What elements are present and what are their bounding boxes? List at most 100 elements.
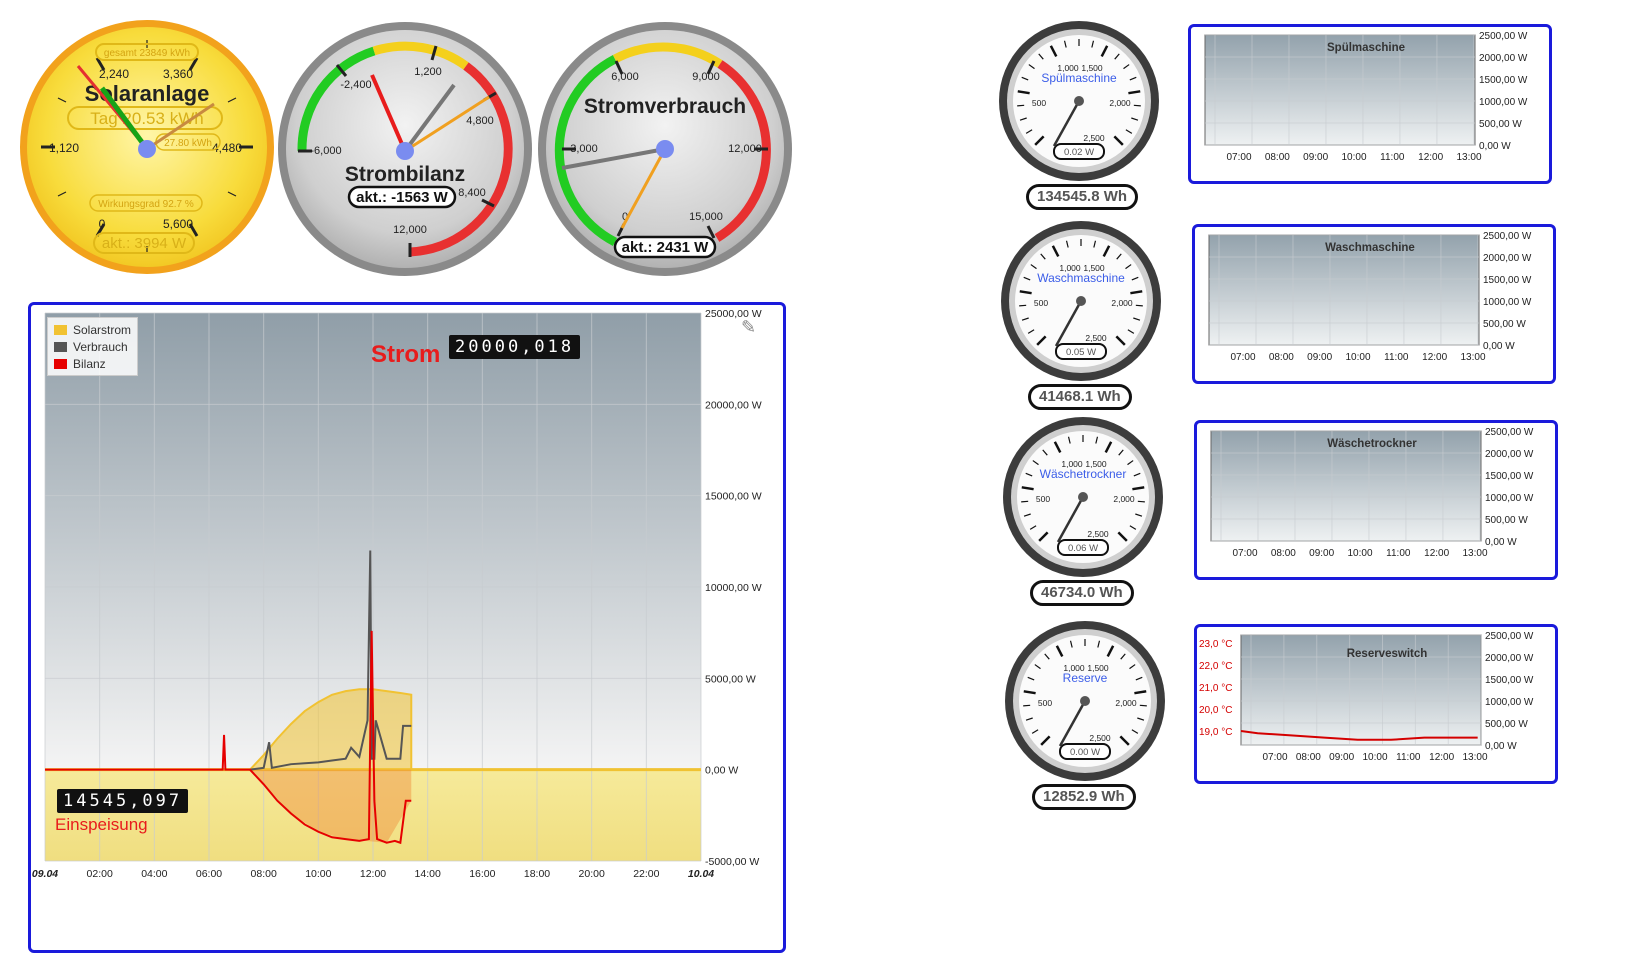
device-chart-panel: 2500,00 W 2000,00 W 1500,00 W 1000,00 W 500,… bbox=[1188, 24, 1552, 184]
solar-tick-5600: 5,600 bbox=[163, 217, 193, 231]
x-tick-label: 12:00 bbox=[360, 868, 386, 880]
gauge-tick-label: 2,000 bbox=[1109, 98, 1131, 108]
y2-tick-label: 20,0 °C bbox=[1199, 705, 1232, 716]
y-tick-label: 20000,00 W bbox=[705, 399, 762, 411]
device-chart[interactable]: 2500,00 W 2000,00 W 1500,00 W 1000,00 W 500,… bbox=[1197, 627, 1555, 781]
x-tick-label: 08:00 bbox=[1296, 752, 1321, 763]
y-tick-label: 1500,00 W bbox=[1485, 675, 1534, 686]
y-tick-label: 0,00 W bbox=[1485, 741, 1517, 752]
y-tick-label: 1000,00 W bbox=[1485, 697, 1534, 708]
y2-tick-label: 21,0 °C bbox=[1199, 683, 1232, 694]
x-tick-label: 13:00 bbox=[1462, 752, 1487, 763]
x-tick-label: 10:00 bbox=[1347, 548, 1372, 559]
y2-tick-label: 22,0 °C bbox=[1199, 661, 1232, 672]
solar-peak: 27.80 kWh bbox=[164, 138, 212, 149]
y-tick-label: 1500,00 W bbox=[1485, 471, 1534, 482]
balance-title: Strombilanz bbox=[345, 163, 465, 186]
x-tick-label: 07:00 bbox=[1262, 752, 1287, 763]
x-tick-label: 11:00 bbox=[1384, 352, 1409, 363]
y-tick-label: 0,00 W bbox=[1483, 341, 1515, 352]
y-tick-label: 1500,00 W bbox=[1479, 75, 1528, 86]
x-tick-label: 11:00 bbox=[1396, 752, 1421, 763]
x-tick-label: 08:00 bbox=[1269, 352, 1294, 363]
y-tick-label: 5000,00 W bbox=[705, 673, 756, 685]
device-power: 0.06 W bbox=[1068, 543, 1098, 554]
y-tick-label: 2000,00 W bbox=[1485, 449, 1534, 460]
x-tick-label: 07:00 bbox=[1232, 548, 1257, 559]
y-tick-label: 500,00 W bbox=[1483, 319, 1526, 330]
x-tick-label: 06:00 bbox=[196, 868, 222, 880]
gauge-tick bbox=[1133, 104, 1141, 107]
gauge-tick-label: 500 bbox=[1038, 698, 1052, 708]
x-tick-label: 14:00 bbox=[415, 868, 441, 880]
consumption-tick-6000: 6,000 bbox=[611, 71, 639, 83]
y-tick-label: 500,00 W bbox=[1479, 119, 1522, 130]
y-tick-label: 0,00 W bbox=[705, 765, 738, 777]
gauge-tick-label: 2,500 bbox=[1089, 733, 1111, 743]
x-tick-label: 12:00 bbox=[1424, 548, 1449, 559]
y-tick-label: 1000,00 W bbox=[1485, 493, 1534, 504]
device-energy: 41468.1 Wh bbox=[1028, 384, 1132, 410]
x-tick-label: 12:00 bbox=[1418, 152, 1443, 163]
balance-gauge: -6,000 -2,400 1,200 4,800 8,400 12,000 S… bbox=[276, 20, 534, 278]
solar-gauge: 1,120 2,240 3,360 4,480 0 5,600 gesamt 2… bbox=[18, 18, 276, 276]
x-tick-label: 20:00 bbox=[579, 868, 605, 880]
solar-tick-0: 0 bbox=[99, 217, 106, 231]
strom-chart-legend: Solarstrom Verbrauch Bilanz bbox=[47, 317, 139, 376]
device-power: 0.00 W bbox=[1070, 747, 1100, 758]
gauge-tick-label: 2,000 bbox=[1113, 494, 1135, 504]
device-energy: 46734.0 Wh bbox=[1030, 580, 1134, 606]
legend-item-bilanz[interactable]: Bilanz bbox=[54, 355, 131, 372]
y-tick-label: 1500,00 W bbox=[1483, 275, 1532, 286]
x-tick-label: 09:00 bbox=[1307, 352, 1332, 363]
gauge-tick-label: 500 bbox=[1032, 98, 1046, 108]
consumption-title: Stromverbrauch bbox=[584, 95, 746, 118]
consumption-tick-12000: 12,000 bbox=[728, 143, 762, 155]
x-tick-label: 08:00 bbox=[1265, 152, 1290, 163]
device-gauge: 500 1,000 1,500 2,000 2,500 Spülmaschine 0.02 … bbox=[996, 18, 1162, 184]
consumption-tick-9000: 9,000 bbox=[692, 71, 720, 83]
x-tick-label: 07:00 bbox=[1226, 152, 1251, 163]
x-tick-label: 13:00 bbox=[1460, 352, 1485, 363]
y-tick-label: 10000,00 W bbox=[705, 582, 762, 594]
x-tick-label: 18:00 bbox=[524, 868, 550, 880]
y-tick-label: 0,00 W bbox=[1479, 141, 1511, 152]
y-tick-label: 2000,00 W bbox=[1485, 653, 1534, 664]
balance-current: akt.: -1563 W bbox=[356, 189, 449, 206]
y2-tick-label: 19,0 °C bbox=[1199, 727, 1232, 738]
gauge-tick-label: 2,000 bbox=[1111, 298, 1133, 308]
device-chart[interactable]: 2500,00 W 2000,00 W 1500,00 W 1000,00 W 500,… bbox=[1191, 27, 1549, 181]
consumption-gauge: 0 3,000 6,000 9,000 12,000 15,000 Stromv… bbox=[536, 20, 794, 278]
y-tick-label: 0,00 W bbox=[1485, 537, 1517, 548]
device-name: Spülmaschine bbox=[1041, 71, 1117, 85]
device-chart-panel: 2500,00 W 2000,00 W 1500,00 W 1000,00 W 500,… bbox=[1194, 420, 1558, 580]
gauge-tick-label: 2,500 bbox=[1085, 333, 1107, 343]
x-tick-label: 10:00 bbox=[1341, 152, 1366, 163]
x-tick-label: 10:00 bbox=[1345, 352, 1370, 363]
y-tick-label: 2500,00 W bbox=[1483, 231, 1532, 242]
balance-tick-12000: 12,000 bbox=[393, 224, 427, 236]
gauge-tick bbox=[1023, 704, 1031, 707]
solar-efficiency: Wirkungsgrad 92.7 % bbox=[98, 199, 194, 210]
balance-tick-m2400: -2,400 bbox=[340, 79, 371, 91]
x-tick-label: 11:00 bbox=[1386, 548, 1411, 559]
x-tick-label: 09:00 bbox=[1309, 548, 1334, 559]
consumption-tick-15000: 15,000 bbox=[689, 211, 723, 223]
device-chart[interactable]: 2500,00 W 2000,00 W 1500,00 W 1000,00 W 500,… bbox=[1195, 227, 1553, 381]
x-tick-label: 12:00 bbox=[1429, 752, 1454, 763]
device-name: Reserve bbox=[1063, 671, 1108, 685]
balance-needle-hub bbox=[396, 142, 414, 160]
legend-item-solarstrom[interactable]: Solarstrom bbox=[54, 321, 131, 338]
legend-item-verbrauch[interactable]: Verbrauch bbox=[54, 338, 131, 355]
consumption-needle-hub bbox=[656, 140, 674, 158]
edit-pencil-icon[interactable]: ✎ bbox=[741, 317, 756, 338]
device-chart[interactable]: 2500,00 W 2000,00 W 1500,00 W 1000,00 W 500,… bbox=[1197, 423, 1555, 577]
strom-chart[interactable]: 25000,00 W20000,00 W15000,00 W10000,00 W… bbox=[31, 305, 783, 950]
balance-tick-1200: 1,200 bbox=[414, 66, 442, 78]
x-tick-label: 09:00 bbox=[1303, 152, 1328, 163]
consumption-current: akt.: 2431 W bbox=[622, 239, 710, 256]
gauge-tick-label: 2,500 bbox=[1083, 133, 1105, 143]
device-needle-hub bbox=[1080, 696, 1090, 706]
solar-current: akt.: 3994 W bbox=[102, 235, 187, 252]
device-chart-title: Reserveswitch bbox=[1347, 648, 1428, 660]
